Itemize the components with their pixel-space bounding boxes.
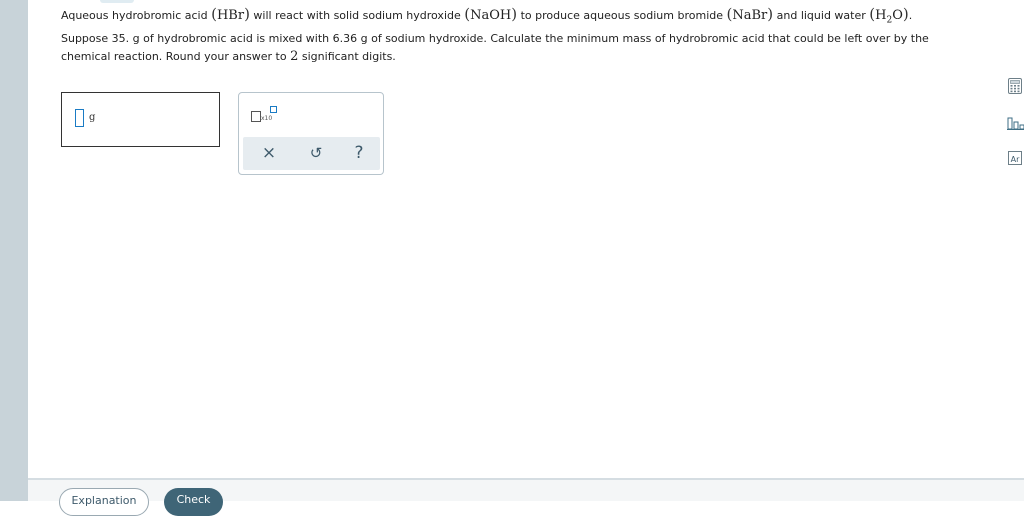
- problem-statement: Aqueous hydrobromic acid (HBr) will reac…: [61, 5, 961, 66]
- answer-cursor-box[interactable]: [75, 109, 84, 127]
- explanation-button[interactable]: Explanation: [59, 488, 149, 516]
- significant-digits-value: 2: [290, 48, 299, 64]
- formula-nabr: (NaBr): [726, 5, 774, 23]
- problem-line-1: Aqueous hydrobromic acid (HBr) will reac…: [61, 5, 913, 26]
- clear-button[interactable]: ×: [257, 142, 281, 164]
- math-keypad: x10 × ↺ ?: [238, 92, 384, 175]
- formula-naoh: (NaOH): [464, 5, 518, 23]
- svg-text:Ar: Ar: [1011, 155, 1020, 164]
- x10-label: x10: [261, 115, 273, 122]
- help-button[interactable]: ?: [347, 142, 371, 164]
- data-chart-icon[interactable]: [1007, 114, 1024, 130]
- keypad-action-row: × ↺ ?: [243, 137, 380, 170]
- mantissa-box-icon: [251, 111, 261, 122]
- left-rail: [0, 0, 28, 501]
- check-button[interactable]: Check: [164, 488, 223, 516]
- answer-input[interactable]: g: [61, 92, 220, 147]
- exponent-box-icon: [270, 106, 277, 113]
- undo-button[interactable]: ↺: [304, 142, 328, 164]
- top-tab-indicator: [100, 0, 134, 3]
- answer-unit: g: [89, 112, 96, 123]
- formula-water: (H2O): [869, 5, 909, 26]
- calculator-icon[interactable]: [1007, 78, 1023, 94]
- scientific-notation-button[interactable]: x10: [251, 106, 281, 122]
- formula-hbr: (HBr): [211, 5, 250, 23]
- problem-line-2: Suppose 35. g of hydrobromic acid is mix…: [61, 31, 929, 64]
- periodic-table-icon[interactable]: Ar: [1007, 150, 1023, 166]
